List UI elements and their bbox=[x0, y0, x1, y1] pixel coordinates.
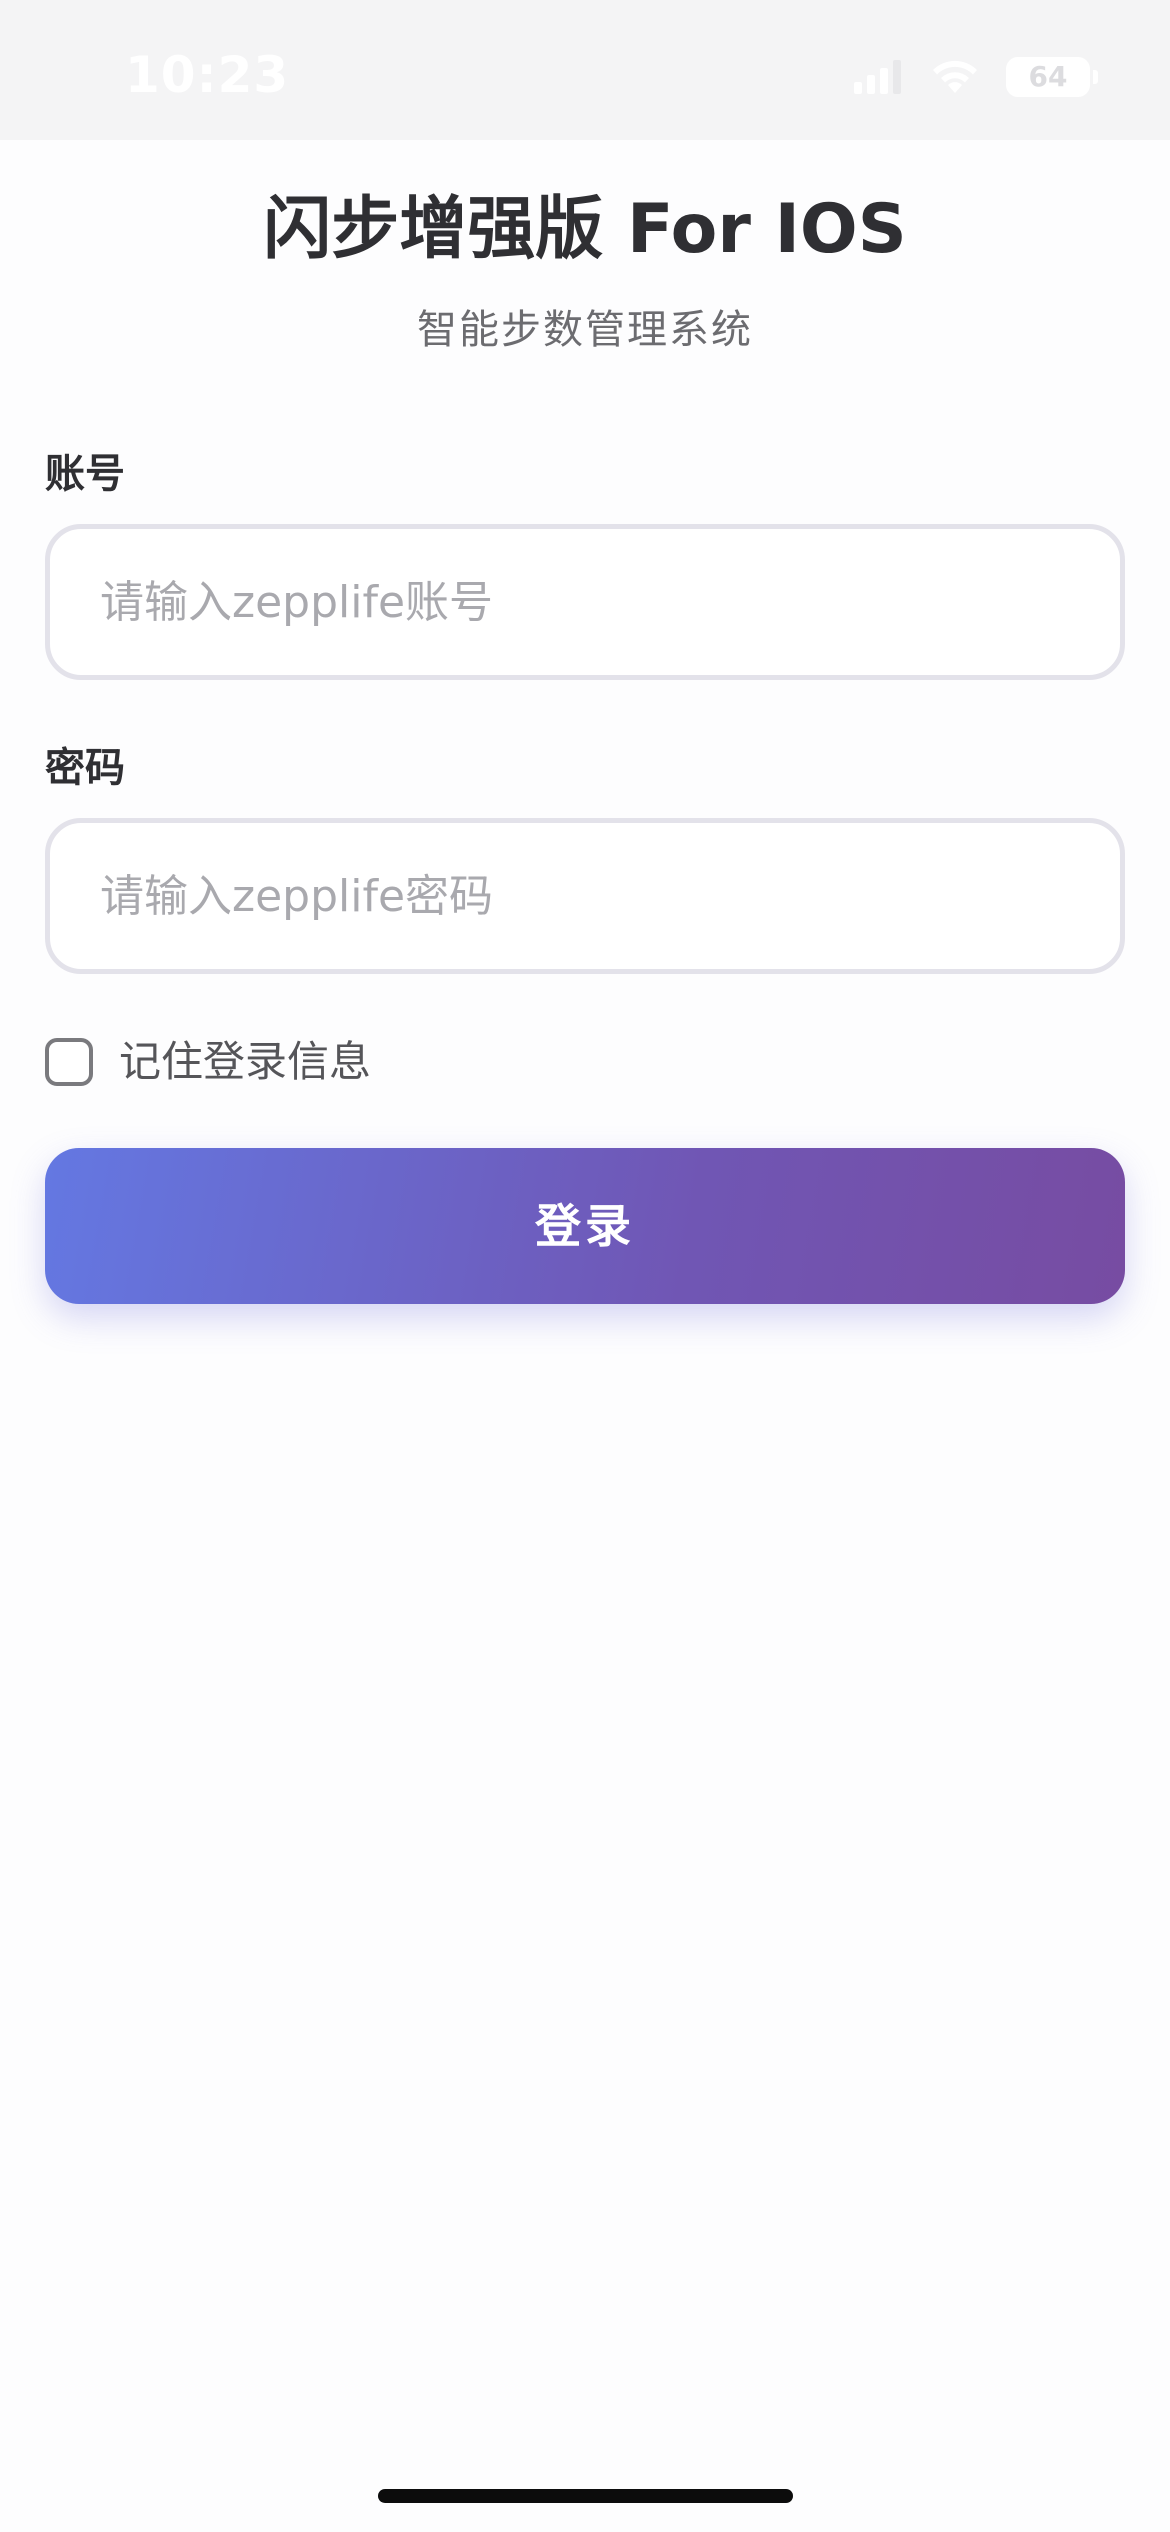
account-label: 账号 bbox=[45, 451, 125, 497]
remember-login-row[interactable]: 记住登录信息 bbox=[45, 1034, 371, 1090]
page-subtitle: 智能步数管理系统 bbox=[417, 307, 753, 353]
status-icons: 64 bbox=[854, 54, 1098, 100]
account-input[interactable] bbox=[45, 524, 1125, 680]
password-label: 密码 bbox=[45, 745, 125, 791]
page-title: 闪步增强版 For IOS bbox=[263, 190, 907, 269]
status-bar: 10:23 64 bbox=[0, 0, 1170, 140]
signal-icon bbox=[854, 60, 901, 94]
battery-icon: 64 bbox=[1006, 57, 1098, 97]
password-input[interactable] bbox=[45, 818, 1125, 974]
remember-label: 记住登录信息 bbox=[119, 1037, 372, 1086]
remember-checkbox[interactable] bbox=[45, 1038, 93, 1086]
login-button[interactable]: 登录 bbox=[45, 1148, 1125, 1304]
home-indicator bbox=[378, 2489, 793, 2503]
status-time: 10:23 bbox=[125, 46, 290, 104]
wifi-icon bbox=[933, 60, 977, 93]
